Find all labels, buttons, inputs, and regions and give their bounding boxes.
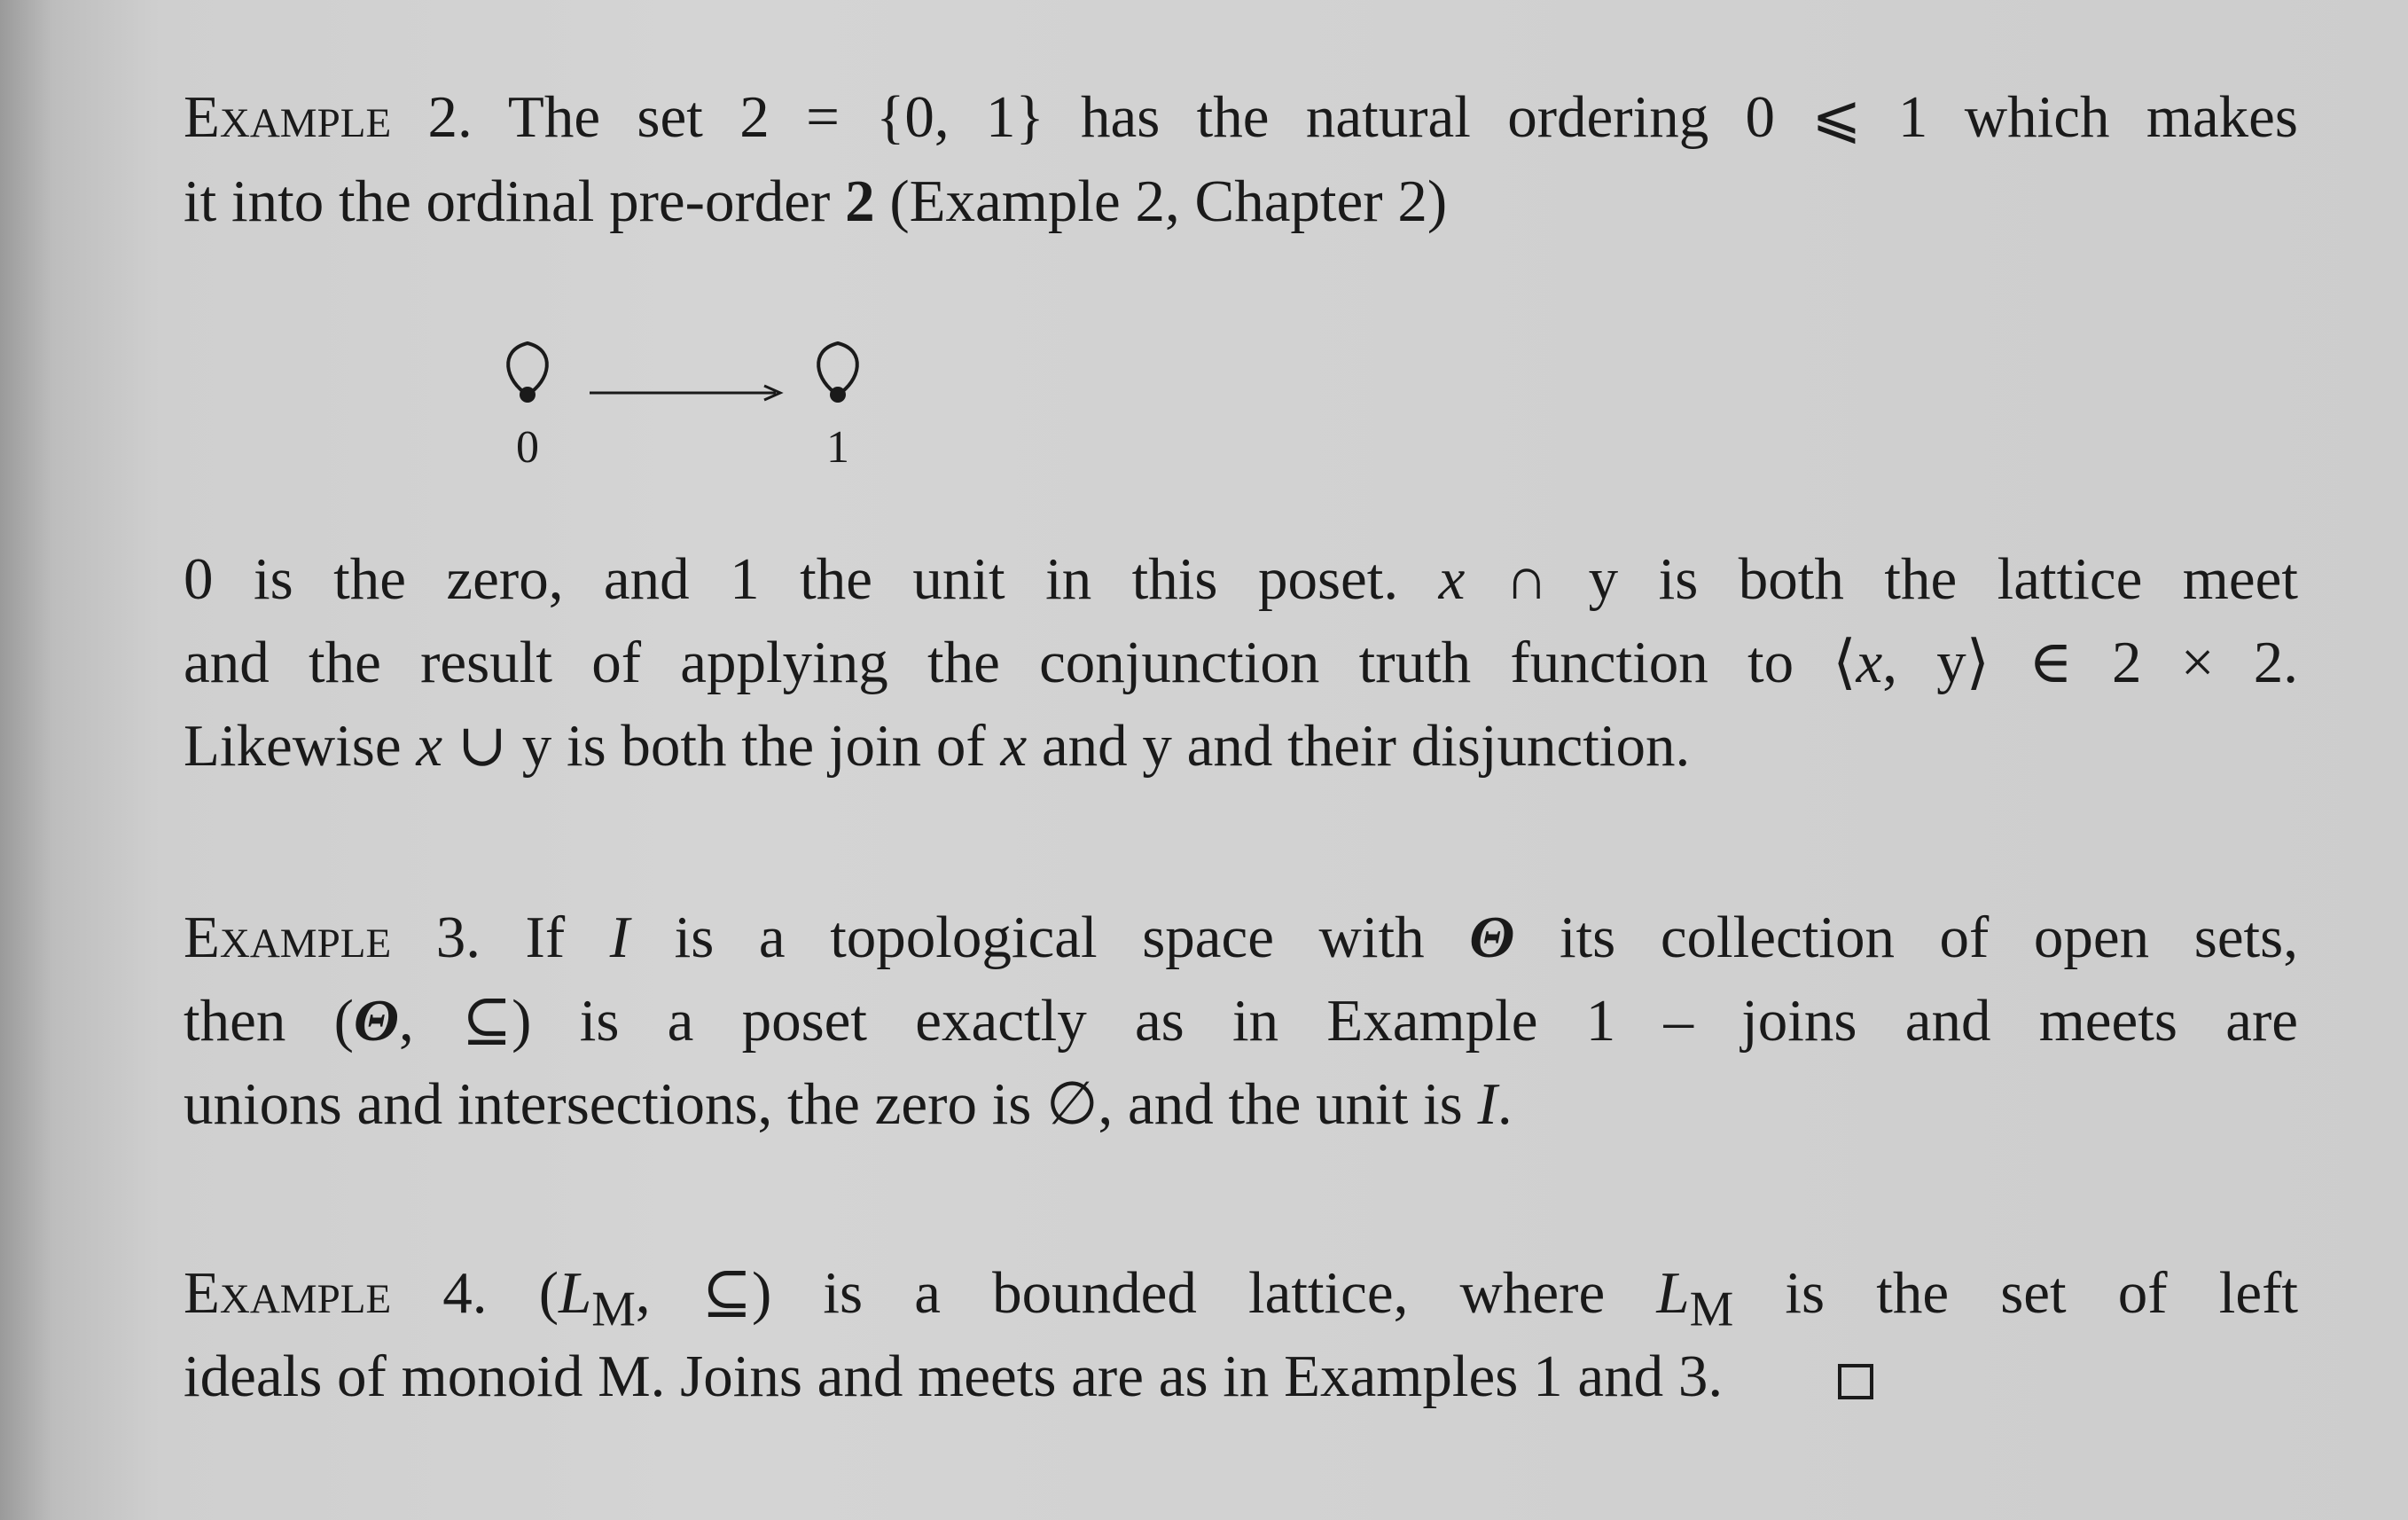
example3-line1: Example 3. If I is a topological space w…	[184, 905, 2298, 970]
node-1-loop	[817, 341, 859, 403]
node-0-loop	[506, 341, 549, 403]
example4-line1: Example 4. (LM, ⊆) is a bounded lattice,…	[184, 1260, 2298, 1337]
example2-heading: Example	[184, 84, 392, 150]
example2-line2: it into the ordinal pre-order 2 (Example…	[184, 168, 1448, 234]
example3-line3: unions and intersections, the zero is ∅,…	[184, 1071, 1513, 1137]
node-0-label: 0	[516, 422, 539, 473]
end-of-proof-box	[1838, 1364, 1874, 1399]
example2-line3: 0 is the zero, and 1 the unit in this po…	[184, 546, 2299, 612]
example4-line2: ideals of monoid M. Joins and meets are …	[184, 1336, 2298, 1416]
example2-line4: and the result of applying the conjuncti…	[184, 630, 2298, 695]
node-1-label: 1	[826, 422, 849, 473]
preorder-diagram: 0 1	[479, 315, 922, 492]
book-page: Example 2. The set 2 = {0, 1} has the na…	[0, 0, 2408, 1520]
example3-line2: then (Θ, ⊆) is a poset exactly as in Exa…	[184, 988, 2298, 1054]
example4-heading: Example	[184, 1260, 392, 1326]
preorder-arrow-diagram	[506, 341, 859, 403]
example2-line1: Example 2. The set 2 = {0, 1} has the na…	[184, 84, 2298, 150]
order-arrow	[590, 384, 784, 402]
example3-heading: Example	[184, 905, 392, 970]
example2-line5: Likewise x ∪ y is both the join of x and…	[184, 713, 1691, 779]
